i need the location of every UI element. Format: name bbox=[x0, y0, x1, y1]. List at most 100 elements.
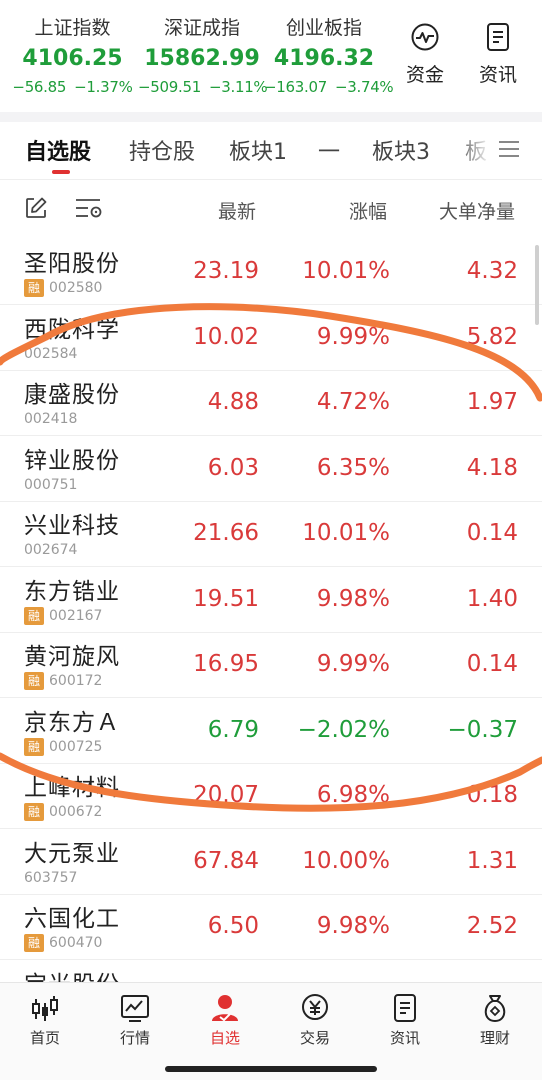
change-pct: 6.98% bbox=[316, 782, 390, 808]
stock-sub: 603757 bbox=[24, 868, 77, 888]
nav-label: 理财 bbox=[479, 1029, 510, 1047]
stock-row[interactable]: 上峰材料融 000672 20.07 6.98% 0.18 bbox=[0, 764, 542, 829]
stock-name: 康盛股份 bbox=[24, 382, 120, 408]
stock-code: 000751 bbox=[24, 476, 78, 493]
latest-price: 21.66 bbox=[193, 520, 259, 546]
index-change-points: −163.07 bbox=[264, 78, 327, 96]
nav-wealth[interactable]: 理财 bbox=[465, 993, 525, 1048]
change-pct: 10.01% bbox=[302, 520, 390, 546]
stock-name: 大元泵业 bbox=[24, 840, 120, 867]
latest-price: 16.95 bbox=[193, 651, 259, 677]
stock-row[interactable]: 锌业股份 000751 6.03 6.35% 4.18 bbox=[0, 437, 542, 502]
nav-home[interactable]: 首页 bbox=[15, 993, 75, 1048]
stock-sub: 融 002167 bbox=[24, 606, 102, 626]
change-pct: 10.01% bbox=[302, 258, 390, 284]
stock-row[interactable]: 六国化工融 600470 6.50 9.98% 2.52 bbox=[0, 895, 542, 960]
index-bar: 上证指数 4106.25 −56.85 −1.37% 深证成指 15862.99 … bbox=[0, 0, 542, 112]
nav-watchlist[interactable]: 自选 bbox=[195, 993, 255, 1048]
stock-name: 六国化工 bbox=[24, 906, 120, 932]
index-change: −163.07 −3.74% bbox=[264, 76, 394, 98]
candlestick-icon bbox=[32, 996, 58, 1021]
index-change-pct: −1.37% bbox=[74, 78, 133, 96]
big-net-volume: 1.40 bbox=[466, 585, 518, 612]
stock-code: 002674 bbox=[24, 542, 78, 558]
stock-row[interactable]: 东方锆业融 002167 19.51 9.98% 1.40 bbox=[0, 568, 542, 633]
stock-row[interactable]: 兴业科技 002674 21.66 10.01% 0.14 bbox=[0, 502, 542, 567]
stock-sub: 002418 bbox=[24, 409, 77, 429]
stock-row[interactable]: 宝光股份 bbox=[0, 961, 542, 983]
stock-code: 000672 bbox=[49, 804, 103, 820]
stock-list[interactable]: 圣阳股份融 002580 23.19 10.01% 4.32 西陇科学 002584 10.0… bbox=[0, 240, 542, 982]
index-change-pct: −3.11% bbox=[208, 78, 268, 96]
latest-price: 67.84 bbox=[193, 847, 259, 874]
big-net-volume: 1.31 bbox=[466, 847, 518, 874]
margin-badge: 融 bbox=[24, 672, 44, 690]
column-latest[interactable]: 最新 bbox=[218, 197, 256, 224]
tab-watchlist[interactable]: 自选股 bbox=[25, 134, 91, 166]
index-shenzhen[interactable]: 深证成指 15862.99 −509.51 −3.11% bbox=[138, 14, 268, 98]
index-shanghai[interactable]: 上证指数 4106.25 −56.85 −1.37% bbox=[10, 14, 135, 98]
stock-sub: 融 000725 bbox=[24, 737, 102, 757]
tab-holdings[interactable]: 持仓股 bbox=[129, 134, 195, 166]
nav-label: 行情 bbox=[119, 1029, 150, 1047]
latest-price: 6.50 bbox=[207, 913, 259, 939]
stock-name: 兴业科技 bbox=[24, 513, 120, 539]
stock-code: 600172 bbox=[49, 673, 103, 689]
change-pct: 9.99% bbox=[316, 323, 390, 350]
stock-sub: 002674 bbox=[24, 540, 77, 560]
stock-name: 东方锆业 bbox=[24, 578, 120, 605]
margin-badge: 融 bbox=[24, 279, 44, 297]
menu-icon[interactable] bbox=[496, 136, 522, 162]
nav-label: 交易 bbox=[299, 1029, 330, 1047]
index-change: −56.85 −1.37% bbox=[10, 76, 135, 98]
index-chinext[interactable]: 创业板指 4196.32 −163.07 −3.74% bbox=[264, 14, 394, 98]
stock-code: 002584 bbox=[24, 345, 78, 362]
index-change-points: −56.85 bbox=[12, 78, 67, 96]
change-pct: −2.02% bbox=[297, 716, 390, 743]
news-button[interactable]: 资讯 bbox=[473, 22, 523, 87]
latest-price: 10.02 bbox=[193, 323, 259, 350]
stock-row[interactable]: 黄河旋风融 600172 16.95 9.99% 0.14 bbox=[0, 633, 542, 698]
stock-row[interactable]: 西陇科学 002584 10.02 9.99% 5.82 bbox=[0, 306, 542, 371]
column-big-net[interactable]: 大单净量 bbox=[439, 197, 515, 224]
filter-settings-icon[interactable] bbox=[74, 196, 104, 220]
big-net-volume: 0.18 bbox=[466, 782, 518, 808]
latest-price: 6.03 bbox=[207, 454, 259, 481]
scrollbar[interactable] bbox=[535, 245, 539, 325]
big-net-volume: 0.14 bbox=[466, 520, 518, 546]
home-indicator[interactable] bbox=[165, 1066, 377, 1072]
stock-name: 锌业股份 bbox=[24, 447, 120, 474]
index-name: 创业板指 bbox=[285, 17, 362, 39]
tab-sector-3[interactable]: 板块3 bbox=[372, 134, 430, 166]
tab-sector-1[interactable]: 板块1 bbox=[229, 134, 287, 166]
big-net-volume: 4.18 bbox=[466, 454, 518, 481]
funds-label: 资金 bbox=[405, 64, 444, 86]
document-icon bbox=[394, 994, 416, 1022]
edit-icon[interactable] bbox=[24, 196, 48, 220]
nav-news[interactable]: 资讯 bbox=[375, 993, 435, 1048]
nav-label: 资讯 bbox=[389, 1029, 420, 1047]
stock-row[interactable]: 京东方Ａ 融 000725 6.79 −2.02% −0.37 bbox=[0, 699, 542, 764]
stock-code: 002167 bbox=[49, 607, 103, 624]
tab-dash[interactable]: 一 bbox=[318, 134, 340, 166]
stock-row[interactable]: 康盛股份 002418 4.88 4.72% 1.97 bbox=[0, 371, 542, 436]
funds-button[interactable]: 资金 bbox=[400, 22, 450, 87]
nav-trade[interactable]: 交易 bbox=[285, 993, 345, 1048]
latest-price: 6.79 bbox=[207, 716, 259, 743]
user-check-icon bbox=[212, 995, 238, 1022]
margin-badge: 融 bbox=[24, 934, 44, 952]
stock-sub: 000751 bbox=[24, 475, 77, 495]
nav-market[interactable]: 行情 bbox=[105, 993, 165, 1048]
stock-row[interactable]: 大元泵业 603757 67.84 10.00% 1.31 bbox=[0, 830, 542, 895]
stock-row[interactable]: 圣阳股份融 002580 23.19 10.01% 4.32 bbox=[0, 240, 542, 305]
column-change[interactable]: 涨幅 bbox=[349, 197, 387, 224]
stock-sub: 融 600172 bbox=[24, 671, 102, 691]
stock-sub: 融 600470 bbox=[24, 933, 102, 953]
stock-code: 000725 bbox=[49, 738, 103, 755]
news-label: 资讯 bbox=[478, 64, 517, 86]
big-net-volume: 2.52 bbox=[466, 913, 518, 939]
stock-code: 002580 bbox=[49, 280, 103, 296]
stock-sub: 融 002580 bbox=[24, 278, 102, 298]
change-pct: 10.00% bbox=[302, 847, 390, 874]
index-change-points: −509.51 bbox=[138, 78, 201, 96]
